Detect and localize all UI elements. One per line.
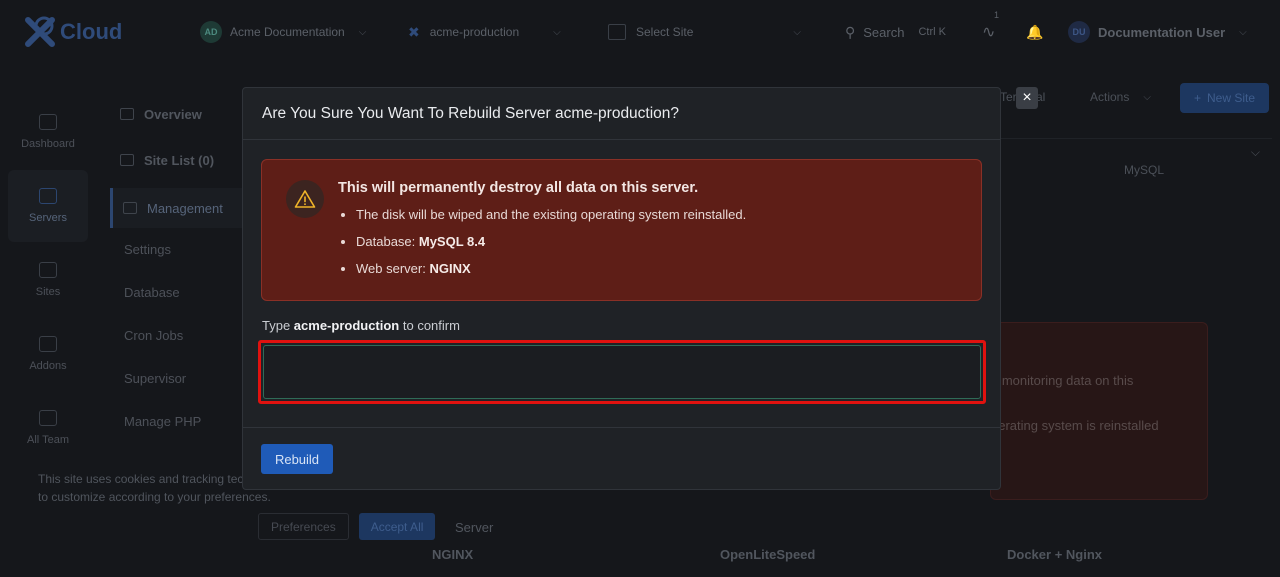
confirm-server-name-input[interactable]	[263, 345, 981, 399]
close-icon: ×	[1022, 89, 1032, 106]
confirm-server-name: acme-production	[293, 318, 400, 333]
confirm-input-highlight	[258, 340, 986, 404]
confirm-label-prefix: Type	[262, 318, 294, 333]
dialog-header: Are You Sure You Want To Rebuild Server …	[243, 88, 1000, 140]
danger-alert-list: The disk will be wiped and the existing …	[356, 207, 746, 288]
list-item: Database: MySQL 8.4	[356, 234, 746, 261]
dialog-title: Are You Sure You Want To Rebuild Server …	[262, 104, 680, 122]
list-item: Web server: NGINX	[356, 261, 746, 288]
confirm-label-suffix: to confirm	[399, 318, 460, 333]
danger-alert-title: This will permanently destroy all data o…	[338, 180, 699, 196]
rebuild-button[interactable]: Rebuild	[261, 444, 333, 474]
list-item: The disk will be wiped and the existing …	[356, 207, 746, 234]
rebuild-server-dialog: Are You Sure You Want To Rebuild Server …	[242, 87, 1001, 490]
warning-icon	[286, 180, 324, 218]
web-server-value: NGINX	[429, 261, 471, 276]
bullet-label: Database:	[356, 234, 419, 249]
dialog-footer: Rebuild	[243, 427, 1000, 489]
confirm-label: Type acme-production to confirm	[262, 318, 460, 333]
bullet-text: The disk will be wiped and the existing …	[356, 207, 747, 222]
danger-alert: This will permanently destroy all data o…	[261, 159, 982, 301]
database-value: MySQL 8.4	[418, 234, 486, 249]
close-dialog-button[interactable]: ×	[1016, 87, 1038, 109]
bullet-label: Web server:	[356, 261, 430, 276]
